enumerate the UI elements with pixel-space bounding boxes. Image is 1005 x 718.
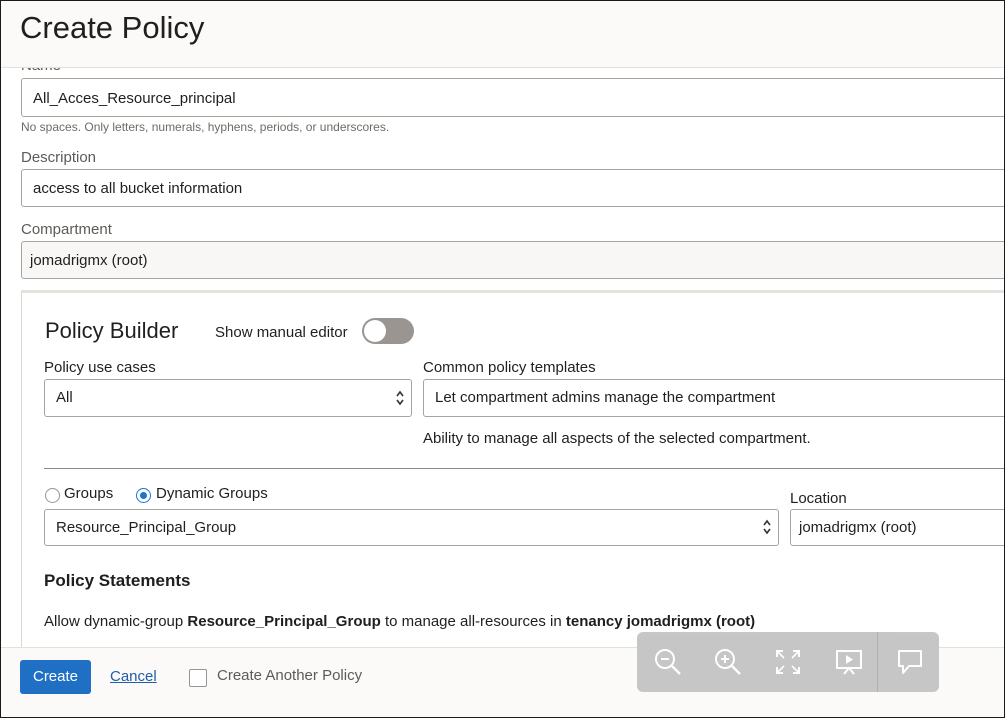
create-another-label: Create Another Policy xyxy=(217,667,363,684)
zoom-in-icon[interactable] xyxy=(712,646,744,678)
policy-statements-title: Policy Statements xyxy=(44,571,191,590)
updown-chevron-icon xyxy=(763,519,771,535)
zoom-out-icon[interactable] xyxy=(652,646,684,678)
page-title: Create Policy xyxy=(20,10,205,45)
presentation-icon[interactable] xyxy=(833,646,865,678)
create-policy-panel: Create Policy Name All_Acces_Resource_pr… xyxy=(0,0,1005,718)
description-input[interactable]: access to all bucket information xyxy=(21,169,1004,207)
name-hint: No spaces. Only letters, numerals, hyphe… xyxy=(21,120,390,134)
location-value: jomadrigmx (root) xyxy=(799,519,917,536)
location-select[interactable]: jomadrigmx (root) xyxy=(790,509,1004,546)
toolbar-separator xyxy=(877,632,878,692)
templates-label: Common policy templates xyxy=(423,359,596,376)
viewer-toolbar xyxy=(637,632,939,692)
groups-radio-label: Groups xyxy=(64,485,114,502)
policy-statement: Allow dynamic-group Resource_Principal_G… xyxy=(44,613,755,630)
statement-prefix: Allow dynamic-group xyxy=(44,613,188,630)
manual-editor-toggle[interactable] xyxy=(362,318,414,344)
policy-builder: Policy Builder Show manual editor Policy… xyxy=(21,290,1004,664)
updown-chevron-icon xyxy=(396,390,404,406)
templates-select[interactable]: Let compartment admins manage the compar… xyxy=(423,379,1004,417)
use-cases-value: All xyxy=(56,389,73,406)
cancel-link[interactable]: Cancel xyxy=(110,668,157,685)
statement-middle: to manage all-resources in xyxy=(380,613,566,630)
use-cases-select[interactable]: All xyxy=(44,379,412,417)
groups-radio[interactable] xyxy=(45,488,60,503)
group-select-value: Resource_Principal_Group xyxy=(56,519,237,536)
dynamic-groups-radio-label: Dynamic Groups xyxy=(156,485,268,502)
create-another-checkbox[interactable] xyxy=(189,669,207,687)
section-divider xyxy=(44,468,1004,469)
templates-value: Let compartment admins manage the compar… xyxy=(435,389,776,406)
panel-header: Create Policy xyxy=(1,1,1004,68)
description-label: Description xyxy=(21,149,97,166)
statement-group: Resource_Principal_Group xyxy=(187,613,381,630)
use-cases-label: Policy use cases xyxy=(44,359,156,376)
comment-icon[interactable] xyxy=(894,646,926,678)
compartment-label: Compartment xyxy=(21,221,112,238)
toggle-knob xyxy=(364,320,386,342)
templates-description: Ability to manage all aspects of the sel… xyxy=(423,430,811,447)
compartment-select[interactable]: jomadrigmx (root) xyxy=(21,241,1004,279)
dynamic-groups-radio[interactable] xyxy=(136,488,151,503)
location-label: Location xyxy=(790,490,847,507)
policy-builder-title: Policy Builder xyxy=(45,318,179,343)
statement-scope: tenancy jomadrigmx (root) xyxy=(565,613,756,630)
create-button[interactable]: Create xyxy=(20,660,91,694)
fullscreen-icon[interactable] xyxy=(772,646,804,678)
manual-editor-label: Show manual editor xyxy=(215,324,348,341)
form-body[interactable]: Name All_Acces_Resource_principal No spa… xyxy=(1,1,1004,717)
name-input[interactable]: All_Acces_Resource_principal xyxy=(21,78,1004,117)
group-select[interactable]: Resource_Principal_Group xyxy=(44,509,779,546)
